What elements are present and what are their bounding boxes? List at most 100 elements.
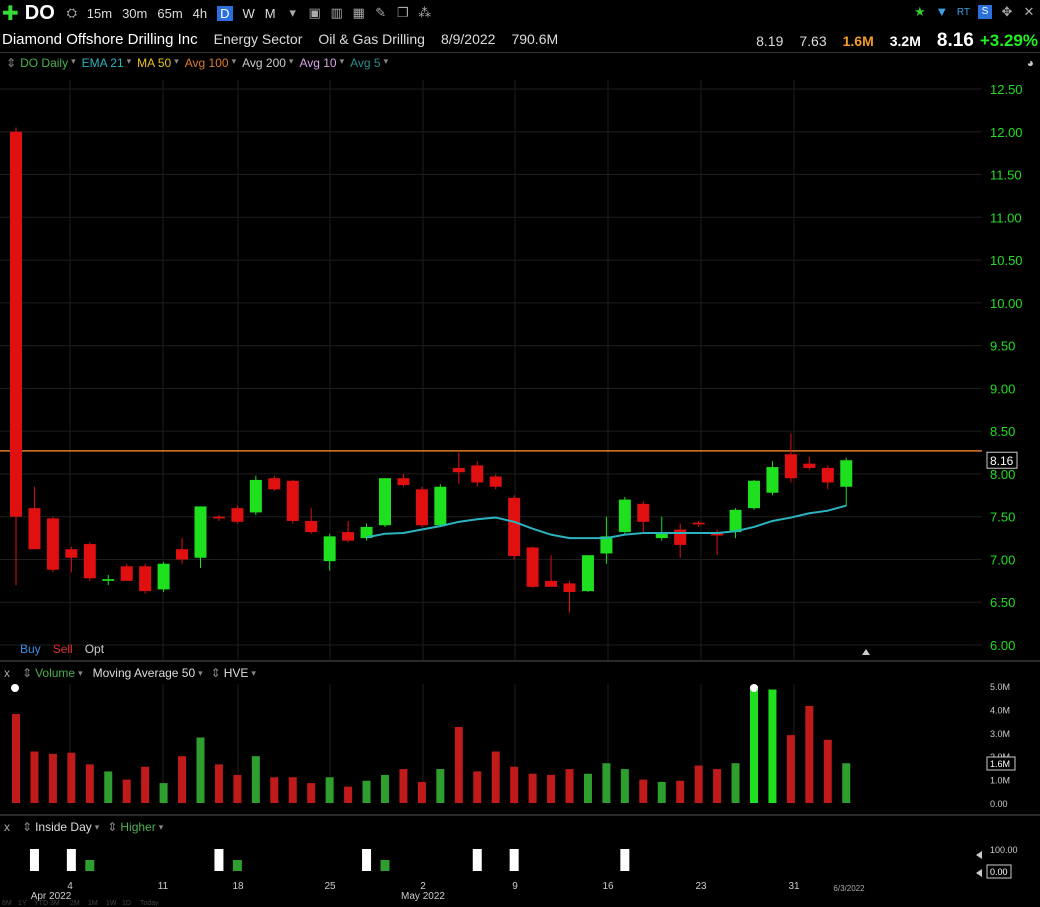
volume-bar xyxy=(583,773,592,803)
range-tab-today[interactable]: Today xyxy=(140,900,159,907)
volume-study-label[interactable]: Volume xyxy=(35,666,75,680)
volume-bar xyxy=(288,777,297,803)
hve-study-label[interactable]: HVE xyxy=(224,666,249,680)
range-tab-1d[interactable]: 1D xyxy=(122,900,131,907)
range-tab-3m[interactable]: 3M xyxy=(50,900,60,907)
volume-bar xyxy=(307,783,316,803)
candle-body xyxy=(415,489,428,526)
price-tick-label: 7.00 xyxy=(990,552,1015,567)
candle-body xyxy=(508,497,521,557)
inside-day-bar xyxy=(29,849,39,871)
reorder-icon[interactable]: ⇕ xyxy=(22,820,32,834)
volume-bar xyxy=(694,765,703,803)
volume-bar xyxy=(436,769,445,803)
candle-body xyxy=(286,480,299,521)
candle-body xyxy=(471,465,484,483)
volume-bar xyxy=(417,781,426,803)
last-price-axis-label: 8.16 xyxy=(990,454,1014,468)
inside-day-bar xyxy=(620,849,630,871)
chart-canvas[interactable]: 12.50 12.00 11.50 11.00 10.50 10.00 9.50 9.00 8.… xyxy=(0,0,1040,907)
volume-bar xyxy=(491,751,500,803)
x-tick-label: 25 xyxy=(324,881,336,892)
inside-current-label: 0.00 xyxy=(990,867,1008,877)
price-tick-label: 11.50 xyxy=(990,168,1022,183)
volume-bar xyxy=(547,774,556,803)
candle-body xyxy=(120,566,133,581)
close-volume-pane[interactable]: x xyxy=(4,666,10,680)
candle-body xyxy=(784,454,797,479)
volume-bar xyxy=(473,771,482,803)
volume-bar xyxy=(141,766,150,803)
range-tab-ytd[interactable]: YTD xyxy=(34,900,48,907)
price-tick-label: 6.50 xyxy=(990,595,1015,610)
inside-day-label[interactable]: Inside Day xyxy=(35,820,92,834)
volume-bar xyxy=(30,751,39,803)
reorder-icon[interactable]: ⇕ xyxy=(211,666,221,680)
trade-buttons: Buy Sell Opt xyxy=(20,642,104,656)
candle-body xyxy=(748,480,760,509)
candle-body xyxy=(249,479,262,513)
price-tick-label: 9.00 xyxy=(990,381,1015,396)
volume-bar xyxy=(602,763,611,803)
volume-marker-dot xyxy=(11,684,19,692)
option-button[interactable]: Opt xyxy=(85,642,104,656)
x-tick-label: 16 xyxy=(602,881,614,892)
end-date-label: 6/3/2022 xyxy=(833,884,865,893)
ma50-study-label[interactable]: Moving Average 50 xyxy=(93,666,196,680)
candle-body xyxy=(563,583,576,592)
volume-bar xyxy=(528,773,537,803)
volume-bar xyxy=(362,780,371,803)
candle-body xyxy=(176,549,189,560)
reorder-icon[interactable]: ⇕ xyxy=(22,666,32,680)
chevron-down-icon[interactable]: ▾ xyxy=(159,822,164,833)
candle-body xyxy=(323,536,336,562)
chevron-down-icon[interactable]: ▾ xyxy=(251,668,256,679)
volume-bar xyxy=(620,769,629,803)
candle-body xyxy=(102,579,115,581)
scroll-left-icon xyxy=(976,851,982,859)
candle-body xyxy=(489,476,502,487)
candle-body xyxy=(194,506,207,558)
candle-body xyxy=(581,555,594,592)
candle-body xyxy=(526,547,539,587)
candle-body xyxy=(545,580,558,587)
x-tick-label: 9 xyxy=(512,881,518,892)
volume-bar xyxy=(399,769,408,803)
chevron-down-icon[interactable]: ▾ xyxy=(78,668,83,679)
inside-day-bar xyxy=(380,860,390,871)
candle-body xyxy=(655,533,668,539)
volume-tick-label: 1.0M xyxy=(990,776,1010,786)
volume-bar xyxy=(325,777,334,803)
range-tab-1y[interactable]: 1Y xyxy=(18,900,27,907)
candle-body xyxy=(10,131,22,517)
chevron-down-icon[interactable]: ▾ xyxy=(95,822,100,833)
volume-bar xyxy=(48,753,57,803)
inside-day-bar xyxy=(472,849,482,871)
higher-label[interactable]: Higher xyxy=(120,820,155,834)
inside-day-bar xyxy=(214,849,224,871)
candle-body xyxy=(379,478,391,526)
range-tab-6m[interactable]: 6M xyxy=(2,900,12,907)
range-tab-1w[interactable]: 1W xyxy=(106,900,117,907)
close-inside-pane[interactable]: x xyxy=(4,820,10,834)
price-tick-label: 10.00 xyxy=(990,296,1023,311)
range-tab-1m[interactable]: 1M xyxy=(88,900,98,907)
candle-body xyxy=(674,529,687,545)
volume-current-label: 1.6M xyxy=(990,759,1010,769)
reorder-icon[interactable]: ⇕ xyxy=(107,820,117,834)
inside-day-bar xyxy=(85,860,95,871)
sell-button[interactable]: Sell xyxy=(53,642,73,656)
candle-body xyxy=(618,499,631,533)
volume-bar xyxy=(67,752,76,803)
candle-body xyxy=(28,508,41,550)
buy-button[interactable]: Buy xyxy=(20,642,41,656)
chevron-down-icon[interactable]: ▾ xyxy=(198,668,203,679)
inside-day-bar xyxy=(509,849,519,871)
volume-bar xyxy=(178,756,187,803)
volume-pane-header: x ⇕ Volume ▾ Moving Average 50 ▾ ⇕ HVE ▾ xyxy=(4,666,256,680)
volume-bar xyxy=(104,771,113,803)
scroll-left-icon xyxy=(976,869,982,877)
range-tab-2m[interactable]: 2M xyxy=(70,900,80,907)
volume-bar xyxy=(344,786,353,803)
price-tick-label: 8.50 xyxy=(990,424,1015,439)
